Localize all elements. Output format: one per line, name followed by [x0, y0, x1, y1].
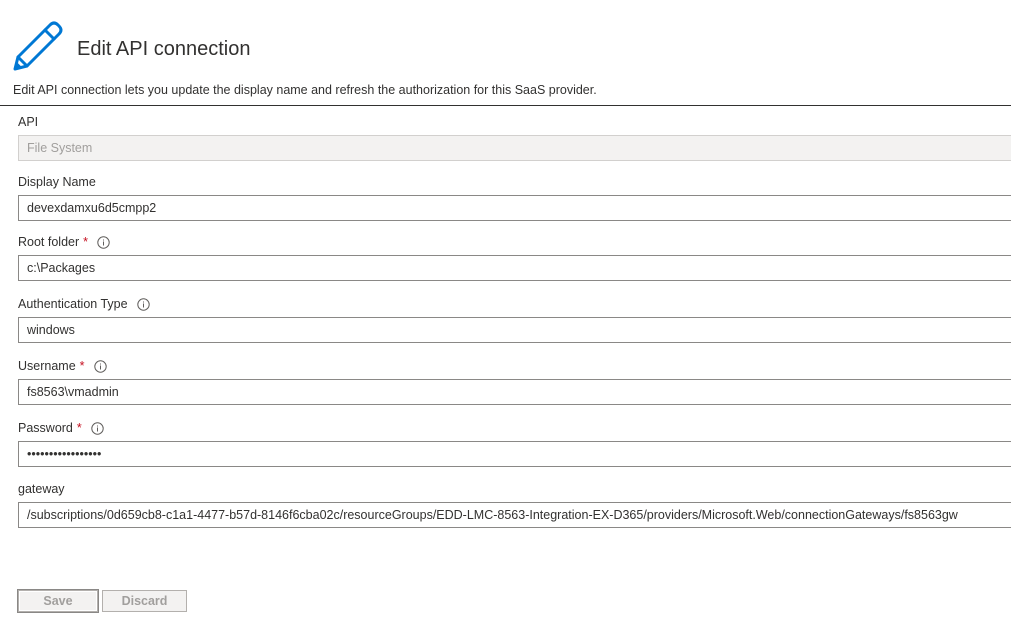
save-button[interactable]: Save [17, 589, 99, 613]
display-name-label-text: Display Name [18, 175, 96, 189]
info-icon[interactable] [93, 359, 107, 373]
authentication-type-label-text: Authentication Type [18, 297, 128, 311]
password-field: Password * [18, 419, 1011, 467]
root-folder-label-text: Root folder [18, 235, 80, 249]
gateway-input[interactable] [18, 502, 1011, 528]
display-name-input[interactable] [18, 195, 1011, 221]
api-label: API [18, 113, 1011, 131]
gateway-field: gateway [18, 480, 1011, 528]
required-marker: * [76, 421, 82, 435]
api-input [18, 135, 1011, 161]
info-icon[interactable] [136, 297, 150, 311]
api-field: API [18, 113, 1011, 161]
authentication-type-label: Authentication Type [18, 295, 1011, 313]
root-folder-input[interactable] [18, 255, 1011, 281]
password-label: Password * [18, 419, 1011, 437]
display-name-label: Display Name [18, 173, 1011, 191]
password-input[interactable] [18, 441, 1011, 467]
root-folder-label: Root folder * [18, 233, 1011, 251]
header: Edit API connection Edit API connection … [0, 0, 1011, 106]
display-name-field: Display Name [18, 173, 1011, 221]
username-field: Username * [18, 357, 1011, 405]
root-folder-field: Root folder * [18, 233, 1011, 281]
info-icon[interactable] [97, 235, 110, 249]
discard-button[interactable]: Discard [102, 590, 187, 612]
pencil-icon [13, 21, 63, 71]
gateway-label: gateway [18, 480, 1011, 498]
username-label: Username * [18, 357, 1011, 375]
authentication-type-field: Authentication Type [18, 295, 1011, 343]
api-label-text: API [18, 115, 39, 129]
authentication-type-input[interactable] [18, 317, 1011, 343]
username-input[interactable] [18, 379, 1011, 405]
info-icon[interactable] [91, 421, 104, 435]
password-label-text: Password [18, 421, 73, 435]
required-marker: * [79, 359, 85, 373]
username-label-text: Username [18, 359, 76, 373]
page-title: Edit API connection [77, 38, 251, 60]
gateway-label-text: gateway [18, 482, 65, 496]
page-description: Edit API connection lets you update the … [13, 83, 597, 97]
edit-api-connection-page: Edit API connection Edit API connection … [0, 0, 1011, 635]
required-marker: * [83, 235, 89, 249]
